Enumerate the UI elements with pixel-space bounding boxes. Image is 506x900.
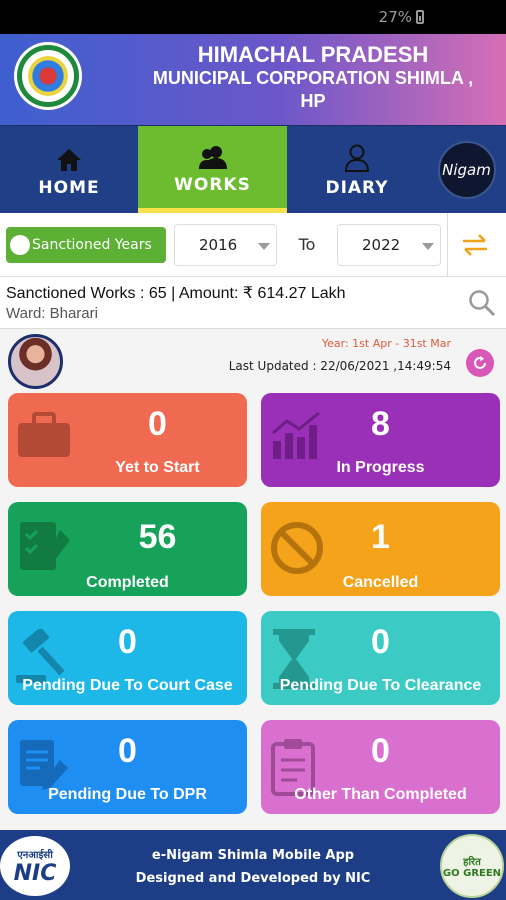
card-yet-to-start[interactable]: 0 Yet to Start xyxy=(8,393,247,487)
card-label: In Progress xyxy=(336,459,425,476)
card-count: 1 xyxy=(371,518,390,556)
card-cancelled[interactable]: 1 Cancelled xyxy=(261,502,500,596)
footer-developer: Designed and Developed by NIC xyxy=(135,871,371,886)
green-hindi-label: हरित xyxy=(463,856,481,868)
card-count: 56 xyxy=(138,518,177,556)
footer-app-name: e-Nigam Shimla Mobile App xyxy=(151,848,355,863)
to-label: To xyxy=(298,235,316,254)
refresh-icon xyxy=(474,356,486,369)
summary-text: Sanctioned Works : 65 | Amount: ₹ 614.27… xyxy=(6,285,346,302)
tab-works[interactable]: WORKS xyxy=(138,126,287,213)
card-count: 0 xyxy=(148,405,167,443)
card-pending-court-case[interactable]: 0 Pending Due To Court Case xyxy=(8,611,247,705)
card-label: Cancelled xyxy=(342,574,419,591)
tab-diary-label: DIARY xyxy=(325,177,389,198)
tab-home[interactable]: HOME xyxy=(0,126,138,213)
card-in-progress[interactable]: 8 In Progress xyxy=(261,393,500,487)
toggle-label: Sanctioned Years xyxy=(32,236,152,253)
info-row: Year: 1st Apr - 31st Mar Last Updated : … xyxy=(0,329,506,391)
tab-works-label: WORKS xyxy=(174,175,251,195)
footer: एनआईसी NIC e-Nigam Shimla Mobile App Des… xyxy=(0,830,506,900)
card-label: Pending Due To Clearance xyxy=(279,677,482,694)
nic-logo: एनआईसी NIC xyxy=(0,836,70,896)
filter-bar: Sanctioned Years 2016 To 2022 xyxy=(0,212,506,277)
search-button[interactable] xyxy=(468,289,496,321)
swap-arrows-icon xyxy=(462,233,487,256)
header-title-line3: HP xyxy=(300,91,326,111)
battery-icon xyxy=(416,10,424,24)
enigam-button[interactable]: Nigam xyxy=(427,126,506,213)
card-other-than-completed[interactable]: 0 Other Than Completed xyxy=(261,720,500,814)
card-label: Completed xyxy=(86,574,169,591)
person-icon xyxy=(344,142,370,172)
header-title-line2: MUNICIPAL CORPORATION SHIMLA , xyxy=(152,68,474,88)
card-label: Pending Due To DPR xyxy=(48,786,207,803)
from-year-select[interactable]: 2016 xyxy=(174,223,277,266)
card-label: Pending Due To Court Case xyxy=(22,677,233,694)
card-label: Yet to Start xyxy=(115,459,200,476)
tab-home-label: HOME xyxy=(38,177,100,198)
card-pending-clearance[interactable]: 0 Pending Due To Clearance xyxy=(261,611,500,705)
checklist-icon xyxy=(20,522,70,570)
home-icon xyxy=(56,142,82,172)
chevron-down-icon xyxy=(422,242,434,250)
avatar xyxy=(8,334,63,389)
to-year-select[interactable]: 2022 xyxy=(337,223,441,266)
sanctioned-years-toggle[interactable]: Sanctioned Years xyxy=(6,226,166,263)
chevron-down-icon xyxy=(258,242,270,250)
works-summary: Sanctioned Works : 65 | Amount: ₹ 614.27… xyxy=(0,277,506,329)
status-bar: 27% xyxy=(0,0,506,34)
ward-text: Ward: Bharari xyxy=(6,305,98,322)
enigam-label: Nigam xyxy=(442,160,491,179)
from-year-value: 2016 xyxy=(199,235,238,254)
card-label: Other Than Completed xyxy=(294,786,467,803)
swap-button[interactable] xyxy=(447,212,501,277)
toggle-knob xyxy=(10,234,30,255)
card-count: 0 xyxy=(371,732,390,770)
enigam-logo: Nigam xyxy=(437,140,496,199)
search-icon xyxy=(469,290,496,317)
main-tabs: HOME WORKS DIARY Nigam xyxy=(0,125,506,213)
card-count: 8 xyxy=(371,405,390,443)
corporation-logo xyxy=(14,42,82,110)
year-range: Year: 1st Apr - 31st Mar xyxy=(321,337,451,350)
card-count: 0 xyxy=(371,623,390,661)
go-green-logo: हरित GO GREEN xyxy=(440,834,504,898)
header-title-line1: HIMACHAL PRADESH xyxy=(197,42,429,67)
header-title: HIMACHAL PRADESH MUNICIPAL CORPORATION S… xyxy=(130,43,496,113)
card-count: 0 xyxy=(118,623,137,661)
tab-diary[interactable]: DIARY xyxy=(287,126,427,213)
battery-level: 27% xyxy=(378,8,412,26)
card-count: 0 xyxy=(118,732,137,770)
refresh-button[interactable] xyxy=(466,349,494,377)
card-completed[interactable]: 56 Completed xyxy=(8,502,247,596)
app-header: HIMACHAL PRADESH MUNICIPAL CORPORATION S… xyxy=(0,34,506,125)
green-label: GO GREEN xyxy=(442,867,502,879)
briefcase-icon xyxy=(18,412,70,457)
card-pending-dpr[interactable]: 0 Pending Due To DPR xyxy=(8,720,247,814)
users-icon xyxy=(198,139,228,169)
last-updated: Last Updated : 22/06/2021 ,14:49:54 xyxy=(228,359,451,373)
to-year-value: 2022 xyxy=(362,235,401,254)
